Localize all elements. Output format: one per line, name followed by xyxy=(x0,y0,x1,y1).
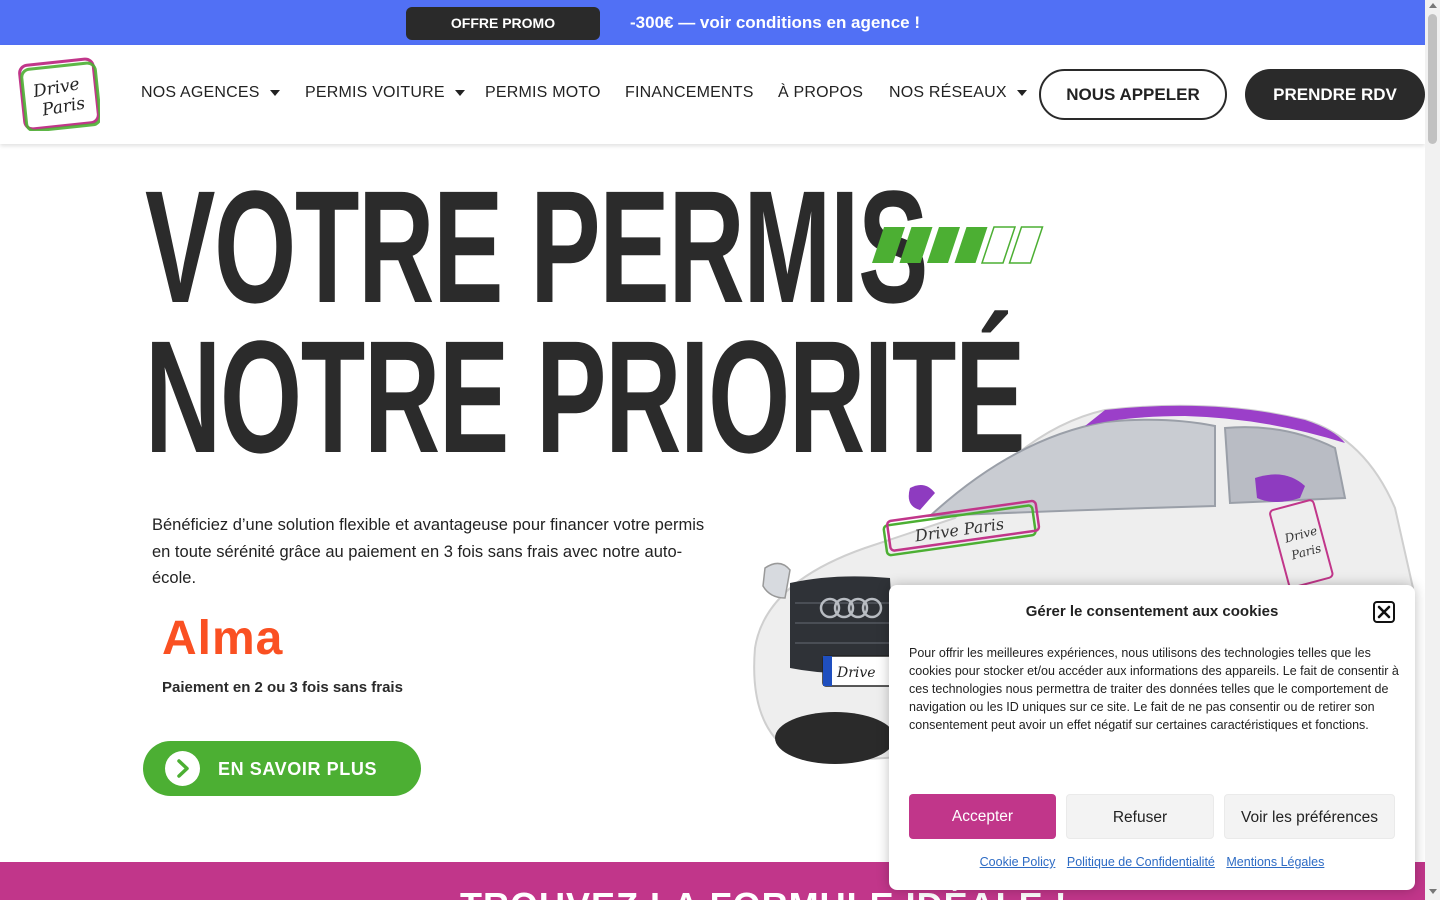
car-plate-text: Drive xyxy=(836,665,876,681)
nav-nos-reseaux[interactable]: NOS RÉSEAUX xyxy=(889,83,1027,103)
progress-stripe-empty xyxy=(1008,226,1044,264)
caret-down-icon xyxy=(1016,89,1027,96)
legal-notice-link[interactable]: Mentions Légales xyxy=(1226,855,1324,869)
learn-more-button[interactable]: EN SAVOIR PLUS xyxy=(143,741,421,796)
cookie-preferences-button[interactable]: Voir les préférences xyxy=(1224,794,1395,839)
nav-label: NOS RÉSEAUX xyxy=(889,84,1007,101)
progress-stripe-filled xyxy=(899,227,933,263)
nav-label: PERMIS MOTO xyxy=(485,84,601,101)
alma-subtitle: Paiement en 2 ou 3 fois sans frais xyxy=(162,679,403,696)
learn-more-label: EN SAVOIR PLUS xyxy=(218,759,378,779)
page-scrollbar[interactable] xyxy=(1425,0,1440,900)
promo-text: -300€ — voir conditions en agence ! xyxy=(630,13,921,32)
cookie-links: Cookie Policy Politique de Confidentiali… xyxy=(889,854,1415,870)
promo-bar: OFFRE PROMO -300€ — voir conditions en a… xyxy=(0,0,1425,45)
nav-label: À PROPOS xyxy=(778,84,864,101)
caret-down-icon xyxy=(454,89,465,96)
privacy-policy-link[interactable]: Politique de Confidentialité xyxy=(1067,855,1215,869)
scroll-down-arrow-icon[interactable] xyxy=(1429,889,1437,894)
nav-financements[interactable]: FINANCEMENTS xyxy=(625,83,754,103)
progress-stripe-filled xyxy=(954,227,988,263)
accept-cookies-button[interactable]: Accepter xyxy=(909,794,1056,839)
nav-label: FINANCEMENTS xyxy=(625,84,754,101)
scrollbar-thumb[interactable] xyxy=(1428,14,1437,144)
alma-logo: Alma xyxy=(162,612,284,665)
cookie-consent-modal: Gérer le consentement aux cookies Pour o… xyxy=(889,585,1415,890)
refuse-cookies-button[interactable]: Refuser xyxy=(1066,794,1214,839)
cookie-description: Pour offrir les meilleures expériences, … xyxy=(909,646,1399,732)
cookie-title: Gérer le consentement aux cookies xyxy=(1025,603,1279,620)
nav-label: PERMIS VOITURE xyxy=(305,84,445,101)
page: OFFRE PROMO -300€ — voir conditions en a… xyxy=(0,0,1440,900)
chevron-right-icon xyxy=(165,751,200,786)
scroll-up-arrow-icon[interactable] xyxy=(1429,3,1437,8)
site-header: Drive Paris NOS AGENCES PERMIS VOITURE P… xyxy=(0,45,1425,144)
drive-paris-logo[interactable]: Drive Paris xyxy=(18,57,100,131)
nav-label: NOS AGENCES xyxy=(141,84,260,101)
hero-title-line-1: VOTRE PERMIS xyxy=(145,157,928,336)
nav-a-propos[interactable]: À PROPOS xyxy=(778,83,863,103)
caret-down-icon xyxy=(269,89,280,96)
progress-stripe-filled xyxy=(927,227,960,263)
progress-stripe-filled xyxy=(872,227,905,263)
nav-nos-agences[interactable]: NOS AGENCES xyxy=(141,83,280,103)
progress-stripes-graphic xyxy=(872,226,1044,264)
nav-permis-voiture[interactable]: PERMIS VOITURE xyxy=(305,83,465,103)
close-icon[interactable] xyxy=(1373,601,1395,623)
cookie-policy-link[interactable]: Cookie Policy xyxy=(980,855,1056,869)
nav-permis-moto[interactable]: PERMIS MOTO xyxy=(485,83,601,103)
appointment-button[interactable]: PRENDRE RDV xyxy=(1245,69,1425,120)
progress-stripe-empty xyxy=(980,226,1017,264)
call-button[interactable]: NOUS APPELER xyxy=(1039,69,1227,120)
promo-badge[interactable]: OFFRE PROMO xyxy=(406,7,600,40)
hero-description: Bénéficiez d’une solution flexible et av… xyxy=(152,516,705,587)
